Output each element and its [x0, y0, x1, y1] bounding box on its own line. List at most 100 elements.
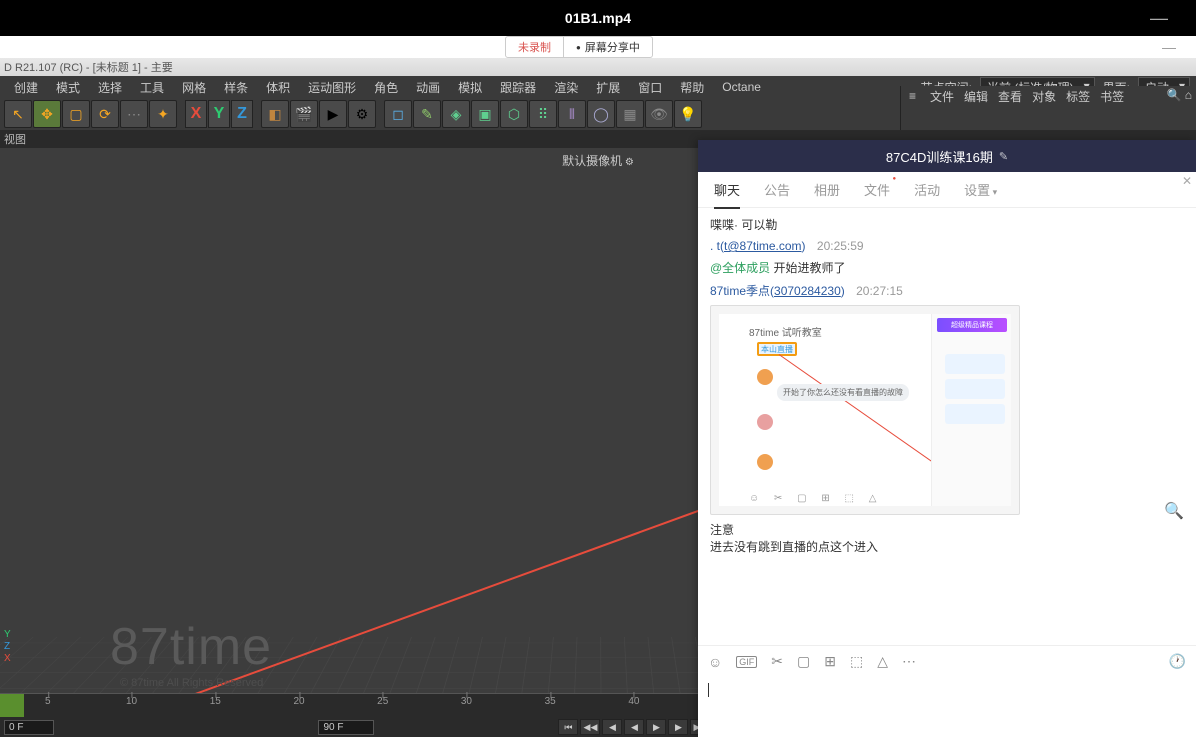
- cube-primitive-icon[interactable]: ◻: [384, 100, 412, 128]
- menu-render[interactable]: 渲染: [546, 77, 586, 98]
- obj-menu-tags[interactable]: 标签: [1066, 88, 1090, 105]
- tab-announce[interactable]: 公告: [764, 180, 790, 199]
- cursor-tool-icon[interactable]: ↖: [4, 100, 32, 128]
- nav-widget[interactable]: YZX: [4, 629, 11, 665]
- window-min-icon[interactable]: —: [1162, 39, 1176, 55]
- play-forward-icon[interactable]: ▶: [646, 719, 666, 735]
- tab-chat[interactable]: 聊天: [714, 180, 740, 199]
- watermark-copyright: © 87time All Rights Reserved: [120, 677, 263, 689]
- image-icon[interactable]: ⬚: [850, 653, 863, 670]
- menu-tools[interactable]: 工具: [132, 77, 172, 98]
- menu-volume[interactable]: 体积: [258, 77, 298, 98]
- next-frame-icon[interactable]: ▶: [668, 719, 688, 735]
- img-sidebar: 超级精品课程: [931, 314, 1011, 506]
- array-icon[interactable]: ⠿: [529, 100, 557, 128]
- z-axis-toggle[interactable]: Z: [231, 100, 253, 128]
- prev-key-icon[interactable]: ◀◀: [580, 719, 600, 735]
- app-icon[interactable]: ⊞: [824, 653, 836, 670]
- not-recording-label[interactable]: 未录制: [506, 37, 563, 57]
- environment-icon[interactable]: ⬡: [500, 100, 528, 128]
- y-axis-toggle[interactable]: Y: [208, 100, 230, 128]
- email-link[interactable]: t@87time.com: [724, 239, 802, 253]
- menu-spline[interactable]: 样条: [216, 77, 256, 98]
- scale-tool-icon[interactable]: ▢: [62, 100, 90, 128]
- menu-animate[interactable]: 动画: [408, 77, 448, 98]
- chat-message: @全体成员 开始进教师了: [710, 259, 1184, 276]
- render-settings-icon[interactable]: 🎬: [290, 100, 318, 128]
- render-view-icon[interactable]: ▶: [319, 100, 347, 128]
- tab-files[interactable]: 文件: [864, 180, 890, 199]
- play-back-icon[interactable]: ◀: [624, 719, 644, 735]
- axis-lock-group: X Y Z: [185, 100, 253, 128]
- chat-timestamp: 20:27:15: [856, 284, 903, 298]
- generator-icon[interactable]: ◈: [442, 100, 470, 128]
- chat-tabs: 聊天 公告 相册 文件 活动 设置: [698, 172, 1196, 208]
- coord-system-icon[interactable]: ◧: [261, 100, 289, 128]
- obj-menu-view[interactable]: 查看: [998, 88, 1022, 105]
- obj-menu-edit[interactable]: 编辑: [964, 88, 988, 105]
- screen-sharing-label[interactable]: 屏幕分享中: [563, 37, 652, 57]
- search-icon[interactable]: 🔍 ⌂: [1166, 88, 1192, 102]
- history-icon[interactable]: 🕐: [1169, 653, 1186, 670]
- tick-40: 40: [628, 696, 639, 707]
- qq-id-link[interactable]: 3070284230: [774, 284, 841, 298]
- chat-close-icon[interactable]: ✕: [1182, 174, 1192, 188]
- prev-frame-icon[interactable]: ◀: [602, 719, 622, 735]
- obj-menu-file[interactable]: 文件: [930, 88, 954, 105]
- hamburger-icon[interactable]: ≡: [909, 89, 916, 103]
- menu-character[interactable]: 角色: [366, 77, 406, 98]
- zoom-image-icon[interactable]: 🔍: [1164, 501, 1184, 521]
- menu-octane[interactable]: Octane: [714, 78, 769, 96]
- frame-end-input[interactable]: 90 F: [318, 720, 374, 735]
- menu-mesh[interactable]: 网格: [174, 77, 214, 98]
- light-object-icon[interactable]: 💡: [674, 100, 702, 128]
- goto-start-icon[interactable]: ⏮: [558, 719, 578, 735]
- bell-icon[interactable]: △: [877, 653, 888, 670]
- edit-title-icon[interactable]: ✎: [999, 150, 1008, 163]
- img-avatar: [757, 454, 773, 470]
- menu-extensions[interactable]: 扩展: [588, 77, 628, 98]
- img-bubble: 开始了你怎么还没有看直播的故障: [777, 384, 909, 401]
- frame-start-input[interactable]: 0 F: [4, 720, 54, 735]
- live-select-icon[interactable]: ✦: [149, 100, 177, 128]
- menu-create[interactable]: 创建: [6, 77, 46, 98]
- minimize-icon[interactable]: —: [1150, 8, 1168, 29]
- more-icon[interactable]: ⋯: [902, 653, 916, 670]
- menu-window[interactable]: 窗口: [630, 77, 670, 98]
- chat-image-attachment[interactable]: 87time 试听教室 本山直播 开始了你怎么还没有看直播的故障 ☺ ✂ ▢ ⊞…: [710, 305, 1020, 515]
- menu-mograph[interactable]: 运动图形: [300, 77, 364, 98]
- rotate-tool-icon[interactable]: ⟳: [91, 100, 119, 128]
- tab-activity[interactable]: 活动: [914, 180, 940, 199]
- folder-icon[interactable]: ▢: [797, 653, 810, 670]
- recording-status-box: 未录制 屏幕分享中: [505, 36, 653, 58]
- mention-all[interactable]: @全体成员: [710, 261, 770, 275]
- scissors-icon[interactable]: ✂: [771, 653, 783, 670]
- render-queue-icon[interactable]: ⚙: [348, 100, 376, 128]
- img-avatar: [757, 414, 773, 430]
- pen-spline-icon[interactable]: ✎: [413, 100, 441, 128]
- menu-help[interactable]: 帮助: [672, 77, 712, 98]
- gif-icon[interactable]: GIF: [736, 656, 757, 668]
- menu-mode[interactable]: 模式: [48, 77, 88, 98]
- deformer-icon[interactable]: ▣: [471, 100, 499, 128]
- menu-select[interactable]: 选择: [90, 77, 130, 98]
- move-tool-icon[interactable]: ✥: [33, 100, 61, 128]
- recent-tool-icon[interactable]: ⋯: [120, 100, 148, 128]
- obj-menu-objects[interactable]: 对象: [1032, 88, 1056, 105]
- tag-icon[interactable]: ◯: [587, 100, 615, 128]
- x-axis-toggle[interactable]: X: [185, 100, 207, 128]
- field-icon[interactable]: ⦀: [558, 100, 586, 128]
- light-toggle-icon[interactable]: 👁: [645, 100, 673, 128]
- chat-toolbar: ☺ GIF ✂ ▢ ⊞ ⬚ △ ⋯ 🕐: [698, 645, 1196, 677]
- menu-simulate[interactable]: 模拟: [450, 77, 490, 98]
- emoji-icon[interactable]: ☺: [708, 654, 722, 670]
- chat-message-list[interactable]: 喋喋· 可以勒 . t(t@87time.com) 20:25:59 @全体成员…: [698, 208, 1196, 645]
- obj-menu-bookmarks[interactable]: 书签: [1100, 88, 1124, 105]
- chat-timestamp: 20:25:59: [817, 239, 864, 253]
- menu-tracker[interactable]: 跟踪器: [492, 77, 544, 98]
- chat-input[interactable]: [698, 677, 1196, 737]
- note-title: 注意: [710, 521, 1184, 538]
- camera-object-icon[interactable]: ▦: [616, 100, 644, 128]
- tab-settings[interactable]: 设置: [964, 180, 997, 199]
- tab-album[interactable]: 相册: [814, 180, 840, 199]
